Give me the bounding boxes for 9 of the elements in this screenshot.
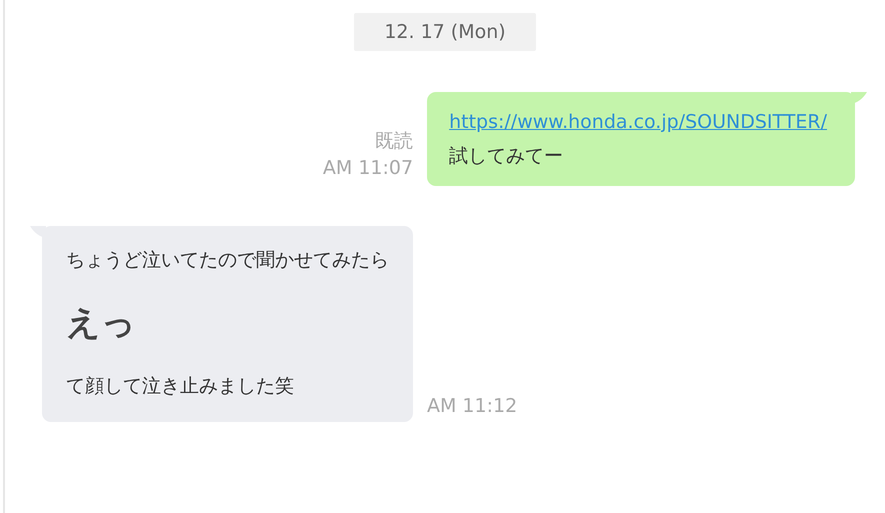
date-separator: 12. 17 (Mon): [354, 13, 536, 51]
message-link[interactable]: https://www.honda.co.jp/SOUNDSITTER/: [449, 108, 827, 136]
message-text: ちょうど泣いてたので聞かせてみたら: [66, 248, 389, 273]
message-text: 試してみてー: [449, 144, 564, 169]
message-time: AM 11:07: [322, 156, 414, 181]
message-time: AM 11:12: [427, 394, 518, 419]
message-text: て顔して泣き止みました笑: [66, 374, 295, 399]
message-text: えっ: [66, 302, 137, 345]
read-status: 既読: [375, 129, 414, 154]
